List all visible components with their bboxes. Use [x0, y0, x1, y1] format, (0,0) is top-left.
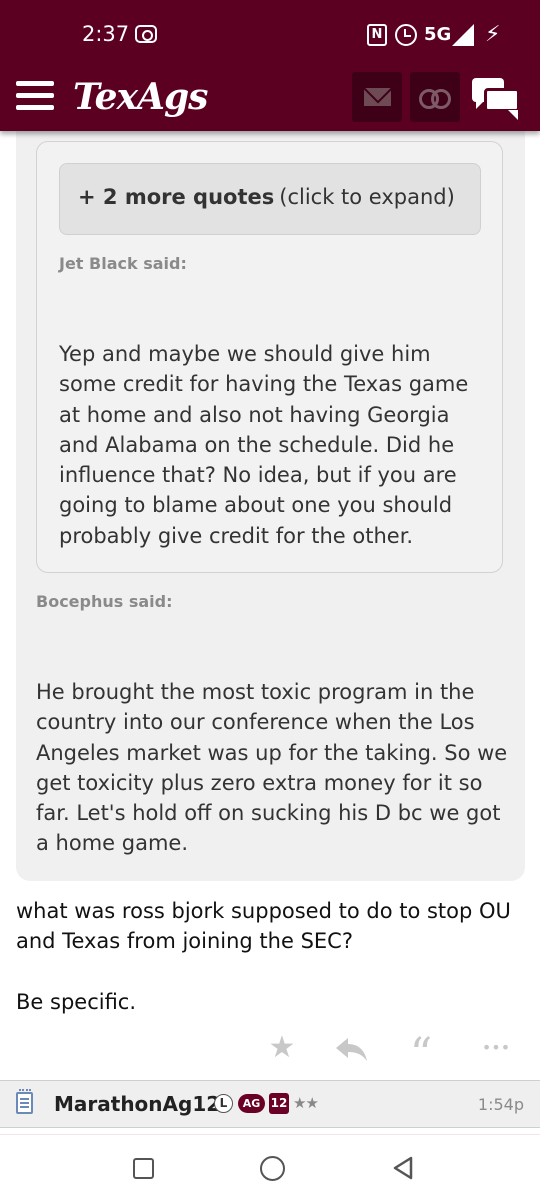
quote-author-bocephus[interactable]: Bocephus said: [36, 592, 173, 611]
quote-author-jet-black[interactable]: Jet Black said: [59, 254, 187, 273]
notepad-icon [16, 1089, 33, 1114]
messages-button[interactable] [352, 72, 402, 122]
reply-icon[interactable] [332, 1030, 372, 1066]
home-circle-icon[interactable] [260, 1156, 285, 1181]
binoculars-icon [419, 89, 451, 109]
more-icon[interactable]: ••• [476, 1030, 516, 1066]
post-body: what was ross bjork supposed to do to st… [16, 896, 516, 1017]
chat-bubbles-icon[interactable] [470, 76, 522, 122]
star-icon[interactable]: ★ [262, 1030, 302, 1066]
system-nav-bar [0, 1134, 540, 1200]
expand-quotes-label: + 2 more quotes [78, 185, 275, 209]
post-time: 1:54p [477, 1095, 524, 1114]
post-username[interactable]: MarathonAg12 [54, 1092, 220, 1116]
hamburger-menu-icon[interactable] [16, 81, 54, 111]
post-paragraph: what was ross bjork supposed to do to st… [16, 899, 511, 954]
expand-quotes-button[interactable]: + 2 more quotes (click to expand) [59, 163, 481, 235]
next-post-header[interactable]: MarathonAg12 L AG 12 ★★ 1:54p [0, 1080, 540, 1128]
rating-stars: ★★ [293, 1094, 319, 1112]
network-type: 5G [424, 24, 452, 45]
class-year-badge: 12 [269, 1093, 289, 1114]
post-actions: ★ “ ••• [0, 1030, 540, 1080]
recents-square-icon[interactable] [133, 1158, 154, 1179]
back-triangle-icon[interactable] [392, 1156, 414, 1180]
quote-icon[interactable]: “ [401, 1030, 441, 1080]
app-header: TexAgs [0, 68, 540, 131]
texags-logo[interactable]: TexAgs [73, 76, 208, 118]
nfc-icon: N [367, 24, 387, 46]
quote-text-jet-black: Yep and maybe we should give him some cr… [59, 342, 469, 548]
battery-charging-icon: ⚡ [485, 22, 501, 47]
status-time: 2:37 [82, 22, 130, 46]
screen-record-icon [135, 25, 157, 43]
status-bar: 2:37 N 5G ⚡ [0, 0, 540, 68]
alarm-icon [395, 24, 417, 46]
post-paragraph: Be specific. [16, 989, 137, 1014]
following-button[interactable] [410, 72, 460, 122]
lifetime-badge: L [214, 1094, 233, 1113]
expand-quotes-hint: (click to expand) [279, 185, 455, 209]
ag-badge: AG [238, 1094, 265, 1113]
quote-text-bocephus: He brought the most toxic program in the… [36, 680, 508, 856]
signal-icon [452, 24, 474, 46]
mail-icon [364, 88, 391, 106]
